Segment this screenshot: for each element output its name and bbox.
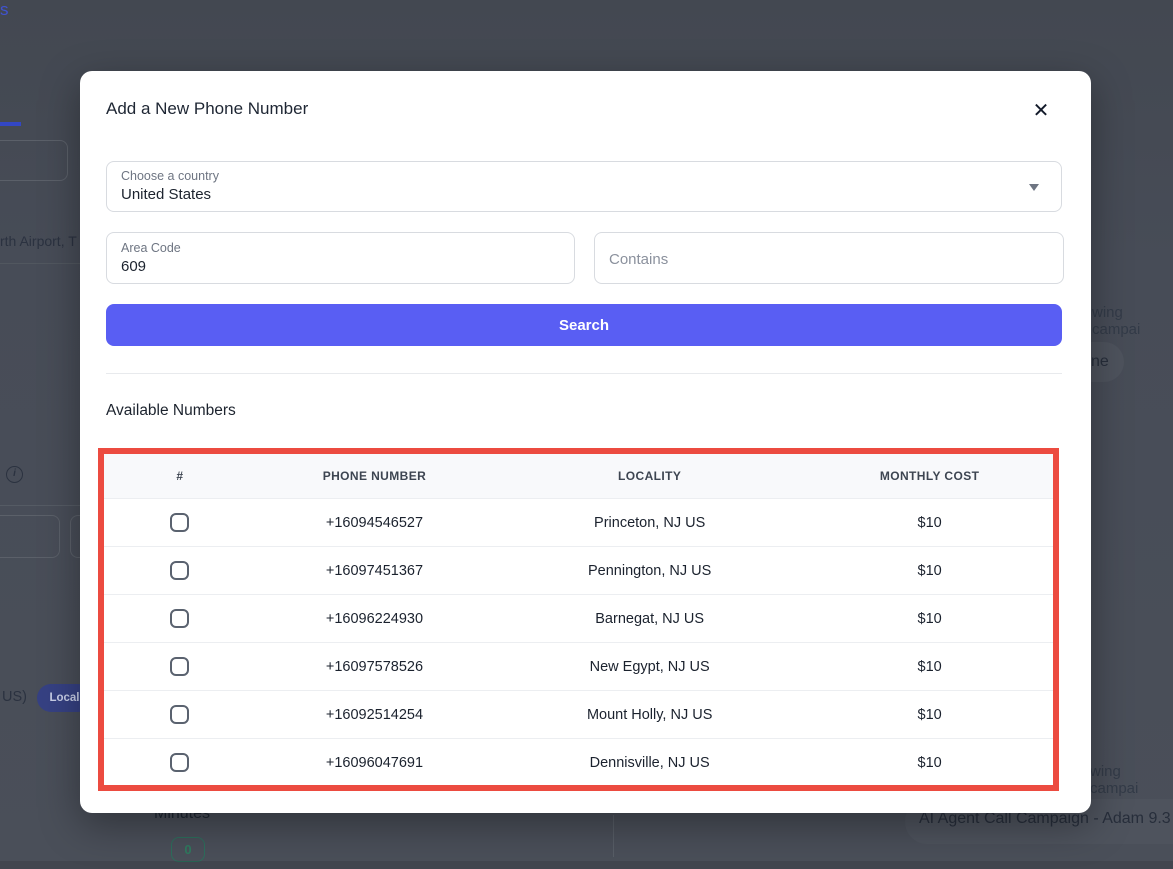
locality-cell: Mount Holly, NJ US — [493, 707, 806, 723]
divider — [106, 373, 1062, 374]
monthly-cost-cell: $10 — [806, 755, 1053, 771]
row-checkbox[interactable] — [170, 513, 189, 532]
bg-airport-text-fragment: rth Airport, T — [0, 233, 77, 249]
table-header-cell: PHONE NUMBER — [256, 469, 493, 483]
contains-field[interactable]: Contains — [594, 232, 1064, 284]
checkbox-cell — [104, 657, 256, 676]
bg-column-divider — [613, 815, 614, 857]
row-checkbox[interactable] — [170, 705, 189, 724]
monthly-cost-cell: $10 — [806, 563, 1053, 579]
bg-button-outline — [0, 515, 60, 558]
available-numbers-table-highlight: # PHONE NUMBER LOCALITY MONTHLY COST +16… — [98, 448, 1059, 791]
table-row: +16094546527 Princeton, NJ US $10 — [104, 498, 1053, 546]
bg-divider — [0, 263, 85, 264]
bg-input-outline — [0, 140, 68, 181]
table-row: +16096047691 Dennisville, NJ US $10 — [104, 738, 1053, 786]
minutes-count-badge: 0 — [171, 837, 205, 862]
country-select-value: United States — [121, 186, 211, 203]
bg-nav-link-fragment: s — [0, 0, 9, 20]
table-row: +16096224930 Barnegat, NJ US $10 — [104, 594, 1053, 642]
area-code-field[interactable]: Area Code 609 — [106, 232, 575, 284]
phone-number-cell: +16096047691 — [256, 755, 493, 771]
area-code-label: Area Code — [121, 241, 181, 255]
checkbox-cell — [104, 513, 256, 532]
close-icon[interactable]: ✕ — [1027, 97, 1055, 125]
phone-number-cell: +16097451367 — [256, 563, 493, 579]
locality-cell: Pennington, NJ US — [493, 563, 806, 579]
table-header-cell: LOCALITY — [493, 469, 806, 483]
monthly-cost-cell: $10 — [806, 659, 1053, 675]
locality-cell: Barnegat, NJ US — [493, 611, 806, 627]
checkbox-cell — [104, 609, 256, 628]
checkbox-cell — [104, 753, 256, 772]
bg-campaign-text-fragment: wing campai — [1092, 304, 1173, 338]
phone-number-cell: +16092514254 — [256, 707, 493, 723]
row-checkbox[interactable] — [170, 657, 189, 676]
phone-number-cell: +16097578526 — [256, 659, 493, 675]
locality-cell: New Egypt, NJ US — [493, 659, 806, 675]
country-select[interactable]: Choose a country United States — [106, 161, 1062, 212]
monthly-cost-cell: $10 — [806, 515, 1053, 531]
available-numbers-table: # PHONE NUMBER LOCALITY MONTHLY COST +16… — [104, 454, 1053, 786]
checkbox-cell — [104, 705, 256, 724]
table-row: +16097578526 New Egypt, NJ US $10 — [104, 642, 1053, 690]
table-header-row: # PHONE NUMBER LOCALITY MONTHLY COST — [104, 454, 1053, 498]
phone-number-cell: +16094546527 — [256, 515, 493, 531]
add-phone-number-modal: Add a New Phone Number ✕ Choose a countr… — [80, 71, 1091, 813]
search-button[interactable]: Search — [106, 304, 1062, 346]
available-numbers-title: Available Numbers — [106, 402, 236, 420]
row-checkbox[interactable] — [170, 561, 189, 580]
table-header-cell: MONTHLY COST — [806, 469, 1053, 483]
info-icon: i — [6, 466, 23, 483]
checkbox-cell — [104, 561, 256, 580]
chevron-down-icon — [1029, 184, 1039, 191]
area-code-value: 609 — [121, 258, 146, 275]
bg-bottom-edge — [0, 861, 1173, 869]
bg-country-text-fragment: US) — [2, 689, 27, 705]
contains-placeholder: Contains — [609, 233, 668, 285]
table-header-cell: # — [104, 469, 256, 483]
table-row: +16092514254 Mount Holly, NJ US $10 — [104, 690, 1053, 738]
locality-cell: Dennisville, NJ US — [493, 755, 806, 771]
locality-cell: Princeton, NJ US — [493, 515, 806, 531]
bg-campaign-text-fragment: wing campai — [1090, 763, 1173, 797]
phone-number-cell: +16096224930 — [256, 611, 493, 627]
monthly-cost-cell: $10 — [806, 707, 1053, 723]
row-checkbox[interactable] — [170, 753, 189, 772]
modal-title: Add a New Phone Number — [106, 99, 308, 119]
table-body: +16094546527 Princeton, NJ US $10 +16097… — [104, 498, 1053, 786]
country-select-label: Choose a country — [121, 169, 219, 183]
table-row: +16097451367 Pennington, NJ US $10 — [104, 546, 1053, 594]
monthly-cost-cell: $10 — [806, 611, 1053, 627]
row-checkbox[interactable] — [170, 609, 189, 628]
bg-active-tab-underline — [0, 122, 21, 126]
